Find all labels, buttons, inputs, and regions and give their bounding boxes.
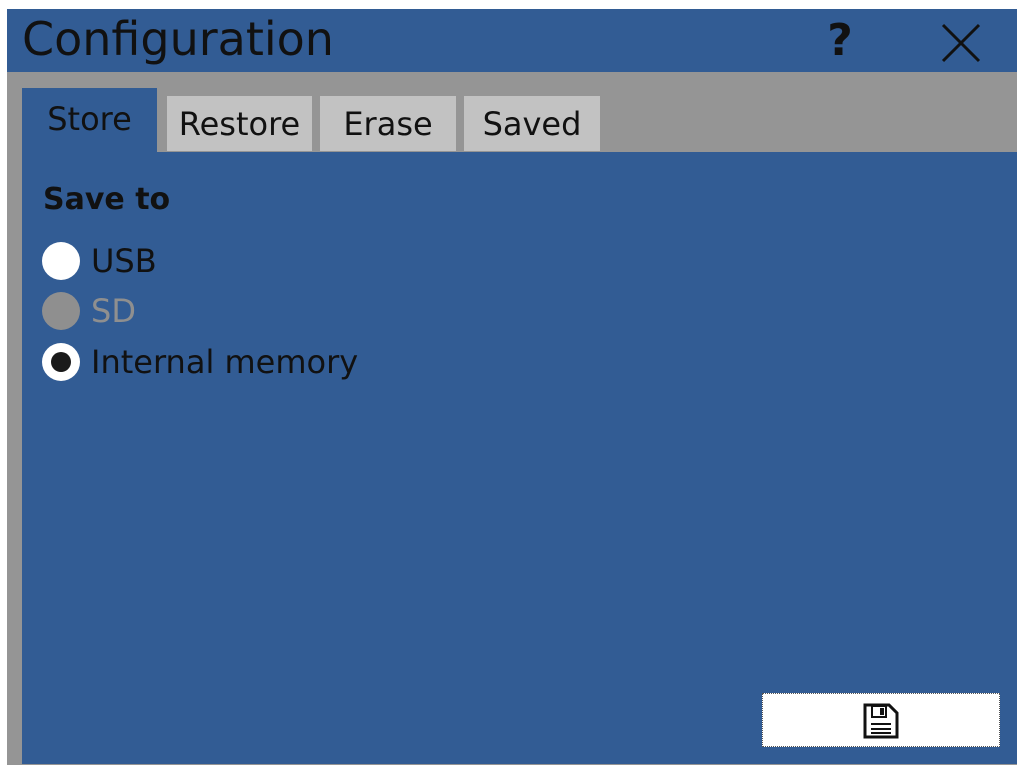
save-icon xyxy=(863,703,899,739)
tab-store[interactable]: Store xyxy=(22,88,157,152)
radio-button-sd xyxy=(42,292,80,330)
radio-label-sd: SD xyxy=(91,292,136,330)
radio-button-internal-memory[interactable] xyxy=(42,343,80,381)
tab-erase[interactable]: Erase xyxy=(320,96,456,151)
tab-saved[interactable]: Saved xyxy=(464,96,600,151)
tab-restore[interactable]: Restore xyxy=(167,96,312,151)
radio-label-internal-memory: Internal memory xyxy=(91,343,359,381)
radio-button-usb[interactable] xyxy=(42,242,80,280)
close-icon xyxy=(941,23,981,63)
radio-label-usb: USB xyxy=(91,242,157,280)
store-panel: Save to USB SD Internal memory xyxy=(22,152,1017,764)
configuration-dialog: Configuration ? Store Restore Erase Save… xyxy=(7,9,1017,765)
help-button[interactable]: ? xyxy=(815,15,865,67)
save-to-heading: Save to xyxy=(43,182,171,217)
close-button[interactable] xyxy=(935,17,987,69)
save-button[interactable] xyxy=(762,693,1000,747)
title-bar: Configuration ? xyxy=(7,9,1017,72)
dialog-title: Configuration xyxy=(22,12,334,66)
